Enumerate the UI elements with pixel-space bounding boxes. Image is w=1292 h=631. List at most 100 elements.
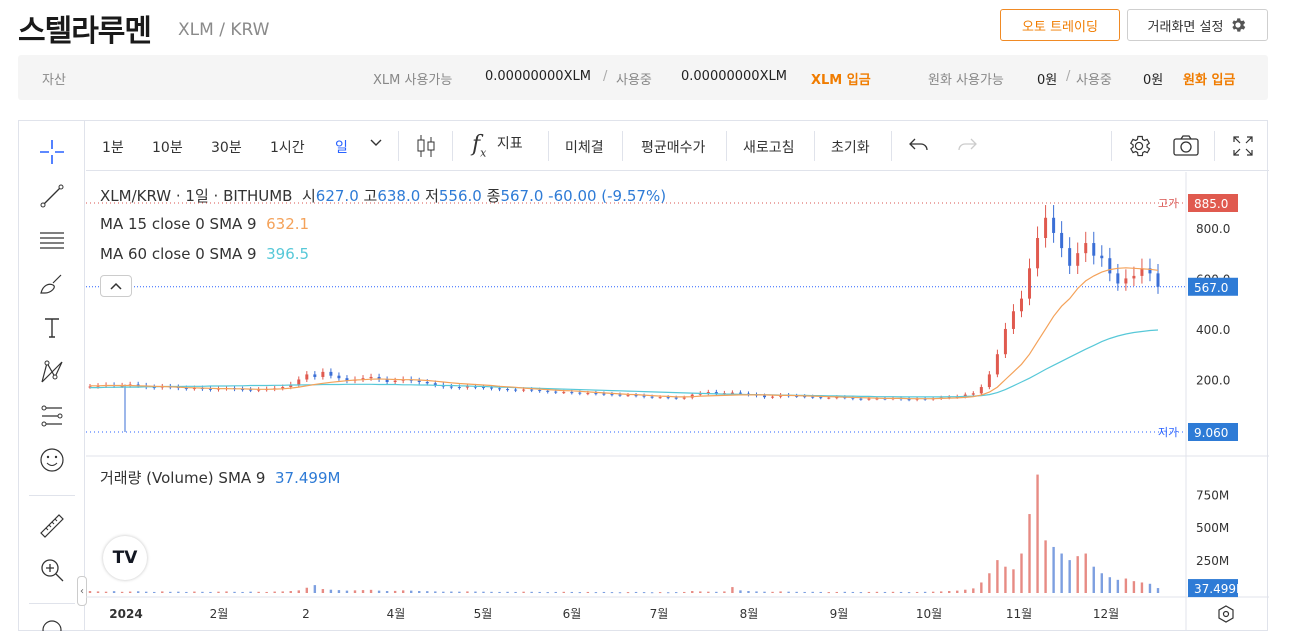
toolbar-divider [1111, 131, 1112, 161]
timeframe-10m[interactable]: 10분 [152, 137, 183, 157]
volume-bar [369, 589, 373, 593]
undo-icon[interactable] [908, 135, 930, 159]
fx-icon: fx [472, 132, 487, 160]
toolbar-divider [452, 131, 453, 161]
candle-body [674, 397, 678, 399]
timeframe-day[interactable]: 일 [335, 137, 348, 157]
candle-body [578, 392, 582, 394]
volume-bar [899, 591, 903, 593]
volume-bar [506, 591, 509, 593]
volume-bar [771, 591, 774, 593]
ma60-legend[interactable]: MA 60 close 0 SMA 9 396.5 [100, 245, 309, 263]
volume-legend[interactable]: 거래량 (Volume) SMA 9 37.499M [100, 467, 340, 488]
candle-body [634, 395, 638, 397]
brush-icon[interactable] [35, 267, 69, 301]
volume-bar [434, 591, 437, 593]
ruler-icon[interactable] [35, 509, 69, 543]
chart-widget: ‹ 1분 10분 30분 1시간 일 fx 지표 미체결 평균매수가 새로고침 … [18, 120, 1269, 631]
volume-bar [426, 591, 429, 593]
refresh-button[interactable]: 새로고침 [743, 137, 795, 157]
trendline-icon[interactable] [35, 179, 69, 213]
candle-body [763, 395, 767, 398]
volume-bar [859, 592, 863, 594]
last-price-tag: 567.0 [1194, 281, 1228, 295]
timeframe-30m[interactable]: 30분 [211, 137, 242, 157]
volume-bar [602, 591, 606, 593]
volume-bar [642, 592, 646, 594]
low-price-tag: 9.060 [1194, 426, 1228, 440]
screen-settings-button[interactable]: 거래화면 설정 [1127, 9, 1268, 41]
time-tick-label: 2월 [210, 607, 229, 621]
camera-icon[interactable] [1172, 133, 1200, 163]
krw-deposit-link[interactable]: 원화 입금 [1183, 69, 1235, 88]
time-tick-label: 8월 [740, 607, 759, 621]
volume-value: 37.499M [275, 469, 341, 487]
fullscreen-icon[interactable] [1232, 135, 1254, 161]
ma15-label: MA 15 close 0 SMA 9 [100, 215, 257, 233]
volume-bar [1156, 588, 1160, 593]
price-chart[interactable]: 800.0600.0400.0200.0750M500M250M고가저가885.… [86, 172, 1269, 631]
unfilled-orders-button[interactable]: 미체결 [565, 137, 604, 157]
redo-icon[interactable] [956, 135, 978, 159]
candle-body [305, 374, 309, 380]
chart-area[interactable]: 800.0600.0400.0200.0750M500M250M고가저가885.… [86, 172, 1269, 631]
candle-body [393, 380, 397, 382]
volume-bar [128, 591, 132, 593]
toolbar-divider [726, 131, 727, 161]
ma15-legend[interactable]: MA 15 close 0 SMA 9 632.1 [100, 215, 309, 233]
page-title: 스텔라루멘 [18, 14, 152, 49]
volume-bar [321, 589, 325, 593]
time-tick-label: 6월 [563, 607, 582, 621]
volume-bar [843, 591, 847, 593]
fib-lines-icon[interactable] [35, 223, 69, 257]
ma60-label: MA 60 close 0 SMA 9 [100, 245, 257, 263]
xlm-deposit-link[interactable]: XLM 입금 [811, 69, 871, 88]
crosshair-icon[interactable] [35, 135, 69, 169]
separator: / [603, 69, 608, 84]
magnet-icon[interactable] [35, 613, 69, 631]
xlm-in-use-label: 사용중 [616, 73, 652, 88]
auto-trading-button[interactable]: 오토 트레이딩 [1000, 9, 1120, 41]
zoom-in-icon[interactable] [35, 553, 69, 587]
volume-bar [707, 591, 710, 593]
toolbar-divider [548, 131, 549, 161]
volume-bar [450, 591, 453, 593]
xlm-available-label: XLM 사용가능 [373, 73, 453, 88]
app-root: 스텔라루멘 XLM / KRW 오토 트레이딩 거래화면 설정 자산 XLM 사… [0, 0, 1292, 631]
volume-bar [1124, 578, 1128, 593]
timeframe-1m[interactable]: 1분 [102, 137, 124, 157]
candle-body [594, 393, 598, 395]
candle-style-icon[interactable] [415, 133, 437, 163]
time-tick-label: 2024 [109, 607, 142, 621]
volume-bar [996, 560, 999, 593]
text-icon[interactable] [35, 311, 69, 345]
toolbar-divider [814, 131, 815, 161]
emoji-icon[interactable] [35, 443, 69, 477]
timeframe-1h[interactable]: 1시간 [270, 137, 305, 157]
volume-bar [482, 591, 485, 593]
tool-divider [29, 495, 75, 496]
volume-bar [811, 591, 814, 593]
volume-bar [442, 591, 445, 593]
collapse-legend-button[interactable] [100, 275, 132, 297]
volume-bar [594, 592, 598, 594]
candle-body [498, 388, 502, 390]
reset-button[interactable]: 초기화 [831, 137, 870, 157]
volume-bar [931, 591, 935, 593]
settings-gear-icon[interactable] [1126, 133, 1152, 163]
volume-bar [1076, 556, 1079, 593]
ma60-value: 396.5 [266, 245, 310, 263]
prediction-icon[interactable] [35, 399, 69, 433]
pattern-icon[interactable] [35, 355, 69, 389]
chevron-down-icon[interactable] [369, 135, 383, 153]
volume-bar [1028, 514, 1031, 593]
indicators-button[interactable]: fx 지표 [472, 132, 523, 159]
candle-body [570, 392, 574, 394]
candle-body [1036, 238, 1040, 269]
candle-body [602, 393, 606, 395]
volume-bar [546, 592, 549, 594]
avg-buy-price-button[interactable]: 평균매수가 [641, 137, 705, 157]
volume-bar [297, 590, 300, 593]
tradingview-logo[interactable]: TV [103, 536, 147, 580]
candle-body [1132, 275, 1136, 279]
